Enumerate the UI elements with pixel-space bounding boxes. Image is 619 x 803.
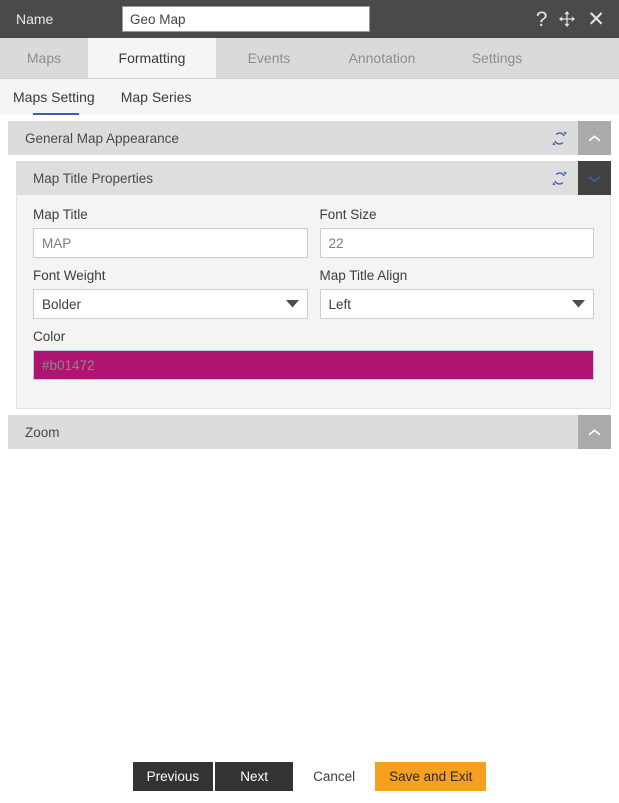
panel-map-title-properties: Map Title Properties Map Title MAP Font … <box>16 161 611 409</box>
panel-map-title-properties-header[interactable]: Map Title Properties <box>16 161 611 195</box>
tab-annotation[interactable]: Annotation <box>322 38 442 78</box>
subtab-maps-setting[interactable]: Maps Setting <box>11 83 97 115</box>
map-title-align-select[interactable]: Left <box>319 289 594 319</box>
panel-zoom: Zoom <box>8 415 611 449</box>
panel-zoom-title: Zoom <box>25 424 60 440</box>
window-controls: ? ✕ <box>536 9 609 30</box>
save-and-exit-button[interactable]: Save and Exit <box>375 762 487 791</box>
previous-button[interactable]: Previous <box>132 762 214 791</box>
subtab-map-series[interactable]: Map Series <box>119 83 194 112</box>
name-label: Name <box>16 11 54 27</box>
field-color: Color #b01472 <box>33 329 594 380</box>
next-button[interactable]: Next <box>215 762 294 791</box>
form-row-color: Color #b01472 <box>33 329 594 380</box>
panel-map-title-properties-title: Map Title Properties <box>33 170 154 186</box>
field-map-title-align: Map Title Align Left <box>319 268 594 319</box>
settings-content: General Map Appearance Map Title Propert… <box>0 121 619 449</box>
cancel-button[interactable]: Cancel <box>295 762 374 791</box>
panel-zoom-toggle[interactable] <box>578 415 611 449</box>
panel-zoom-header[interactable]: Zoom <box>8 415 611 449</box>
tab-bar: Maps Formatting Events Annotation Settin… <box>0 38 619 79</box>
tab-settings[interactable]: Settings <box>442 38 552 78</box>
map-title-align-label: Map Title Align <box>319 268 408 283</box>
panel-general-map-appearance: General Map Appearance <box>8 121 611 155</box>
field-map-title: Map Title <box>33 207 308 258</box>
subtab-map-series-label: Map Series <box>120 88 192 105</box>
name-input[interactable] <box>122 6 370 32</box>
panel-general-map-appearance-title: General Map Appearance <box>25 130 179 146</box>
map-title-input[interactable] <box>33 228 308 258</box>
color-swatch[interactable]: #b01472 <box>33 350 594 380</box>
subtab-bar: Maps Setting Map Series <box>0 79 619 115</box>
window-titlebar: Name ? ✕ <box>0 0 619 38</box>
subtab-active-indicator <box>33 112 79 115</box>
font-weight-select-wrap: Bolder <box>33 289 308 319</box>
subtab-maps-setting-label: Maps Setting <box>13 88 95 105</box>
close-icon[interactable]: ✕ <box>587 9 605 30</box>
panel-map-title-properties-body: Map Title Font Size Font Weight Bolder <box>16 195 611 409</box>
tab-events[interactable]: Events <box>216 38 322 78</box>
field-font-weight: Font Weight Bolder <box>33 268 308 319</box>
form-row-weight-align: Font Weight Bolder Map Title Align Left <box>33 268 594 319</box>
refresh-icon[interactable] <box>548 167 570 189</box>
footer-actions: Previous Next Cancel Save and Exit <box>0 762 619 791</box>
tab-formatting[interactable]: Formatting <box>88 38 216 78</box>
color-label: Color <box>33 329 66 344</box>
field-font-size: Font Size <box>319 207 594 258</box>
help-icon[interactable]: ? <box>536 9 548 30</box>
panel-map-title-properties-toggle[interactable] <box>578 161 611 195</box>
map-title-label: Map Title <box>33 207 88 222</box>
refresh-icon[interactable] <box>548 127 570 149</box>
font-weight-label: Font Weight <box>33 268 106 283</box>
tab-maps[interactable]: Maps <box>0 38 88 78</box>
font-size-input[interactable] <box>319 228 594 258</box>
font-weight-select[interactable]: Bolder <box>33 289 308 319</box>
form-row-title-fontsize: Map Title Font Size <box>33 207 594 258</box>
font-size-label: Font Size <box>319 207 377 222</box>
move-icon[interactable] <box>558 10 576 28</box>
map-title-align-select-wrap: Left <box>319 289 594 319</box>
panel-general-map-appearance-toggle[interactable] <box>578 121 611 155</box>
panel-general-map-appearance-header[interactable]: General Map Appearance <box>8 121 611 155</box>
